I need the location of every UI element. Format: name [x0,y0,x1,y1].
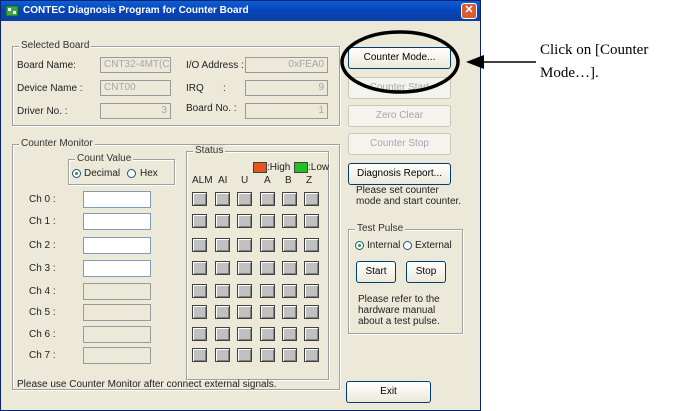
callout-arrowhead [466,55,484,69]
callout-text-line2: Mode…]. [540,65,599,81]
highlight-ellipse [340,30,460,94]
callout-text-line1: Click on [Counter [540,42,649,58]
annotation-overlay [340,30,536,94]
